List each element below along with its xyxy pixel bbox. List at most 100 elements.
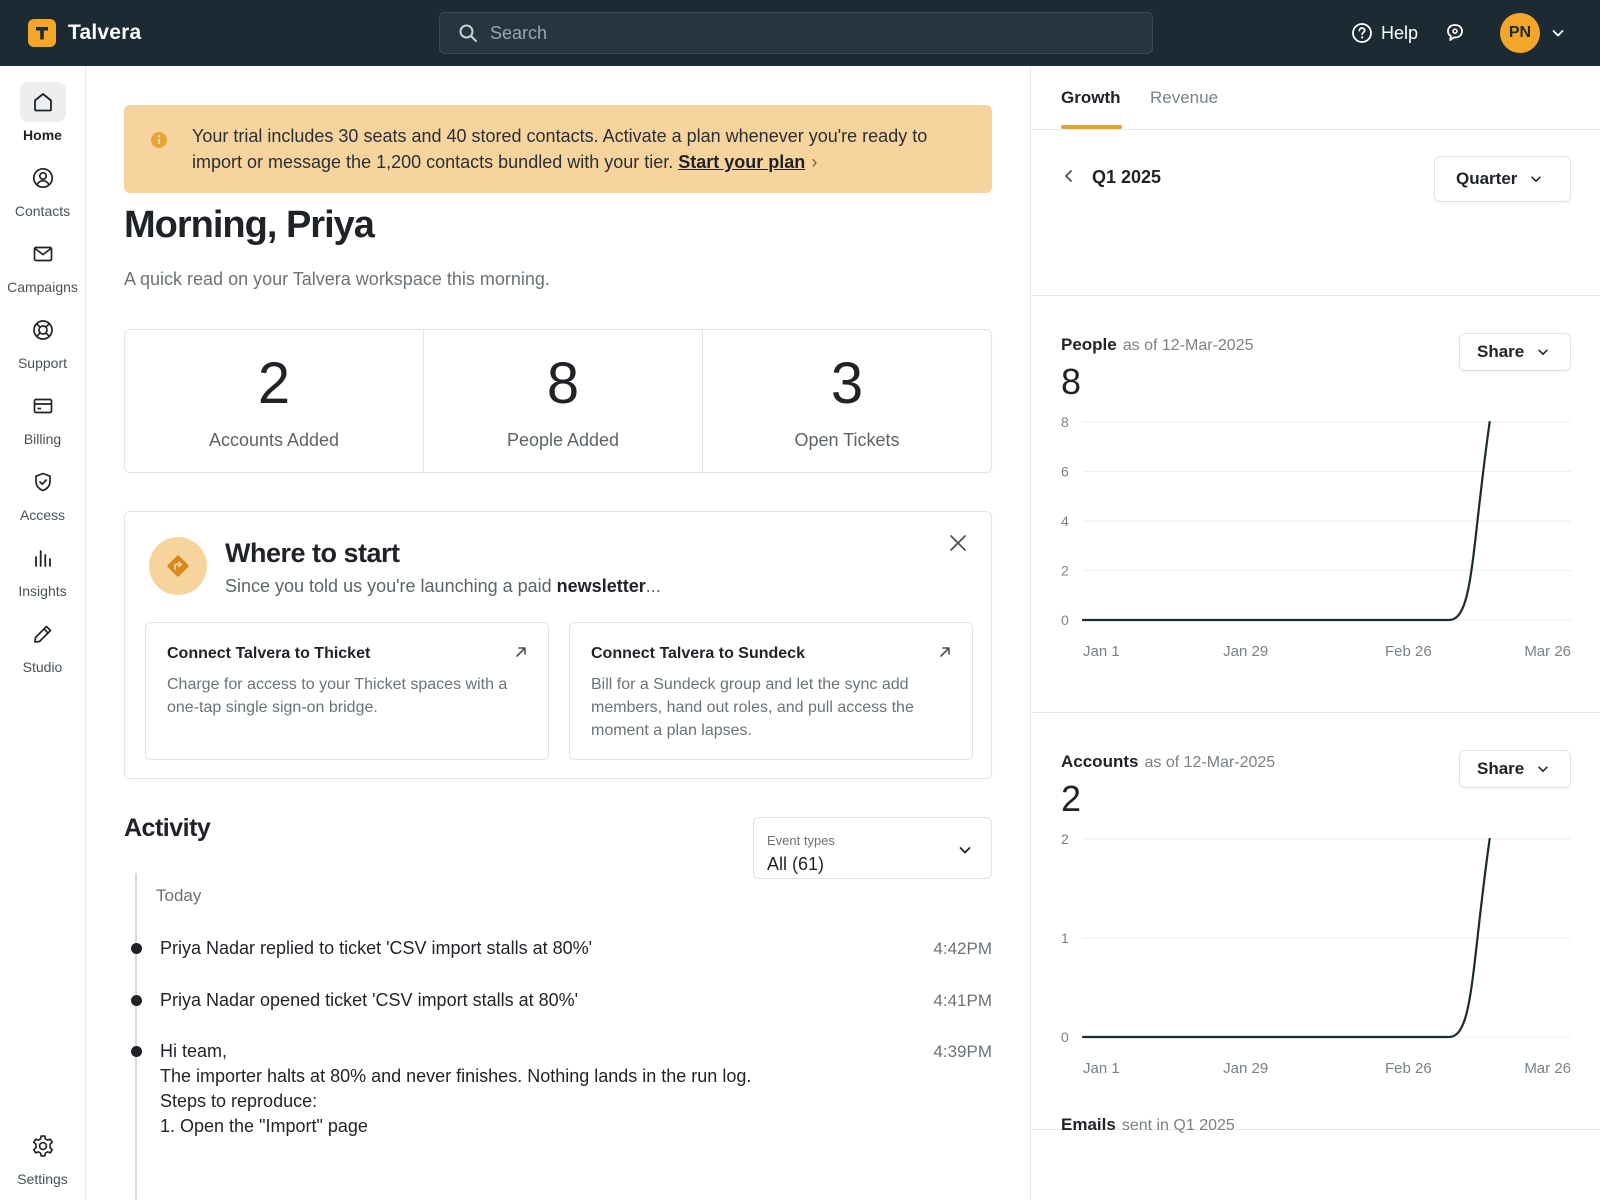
- metric-value: 2: [1061, 778, 1082, 819]
- event-types-select[interactable]: Event types All (61): [753, 817, 992, 879]
- x-tick-label: Feb 26: [1385, 643, 1432, 660]
- page-title: Morning, Priya: [124, 204, 375, 246]
- chevron-down-icon: [1538, 349, 1548, 355]
- share-button[interactable]: Share: [1459, 333, 1571, 371]
- y-tick-label: 0: [1061, 1029, 1069, 1045]
- sidebar-item-contacts[interactable]: Contacts: [0, 158, 85, 219]
- right-panel: Growth Revenue Q1 2025 Quarter People as …: [1030, 66, 1600, 1200]
- brand-name: Talvera: [68, 21, 142, 44]
- x-tick-label: Mar 26: [1524, 643, 1571, 660]
- activity-item-text[interactable]: Priya Nadar opened ticket 'CSV import st…: [160, 988, 578, 1013]
- stat-value: 3: [830, 351, 864, 416]
- sidebar-item-label: Home: [23, 127, 62, 143]
- previous-period-button[interactable]: [1061, 168, 1077, 189]
- connect-card-title: Connect Talvera to Thicket: [167, 645, 371, 662]
- user-avatar[interactable]: PN: [1500, 13, 1540, 53]
- lifebuoy-icon: [20, 310, 66, 350]
- help-circle-icon: [1352, 23, 1372, 43]
- start-plan-link[interactable]: Start your plan: [678, 152, 805, 172]
- directions-icon: [149, 537, 207, 595]
- search-input[interactable]: [490, 22, 1110, 44]
- search-bar[interactable]: [439, 12, 1153, 54]
- y-tick-label: 8: [1061, 414, 1069, 430]
- sidebar-item-support[interactable]: Support: [0, 310, 85, 371]
- sidebar-item-label: Settings: [17, 1171, 68, 1187]
- emails-metric-title: Emails sent in Q1 2025: [1061, 1115, 1235, 1135]
- stats-card: 2 Accounts Added 8 People Added 3 Open T…: [124, 329, 992, 473]
- chevron-left-icon: [1065, 170, 1072, 182]
- accounts-line-chart: 0 1 2 Jan 1 Jan 29 Feb 26 Mar 26: [1061, 831, 1571, 1077]
- sidebar-item-billing[interactable]: Billing: [0, 386, 85, 447]
- message-line: 1. Open the "Import" page: [160, 1116, 368, 1136]
- sidebar-item-studio[interactable]: Studio: [0, 614, 85, 675]
- x-tick-label: Jan 29: [1223, 643, 1268, 660]
- timeline-dot: [131, 943, 142, 954]
- stat-label: People Added: [506, 430, 620, 450]
- metric-title: Accounts as of 12-Mar-2025: [1061, 752, 1275, 772]
- period-selector-row: [1031, 130, 1600, 296]
- shield-check-icon: [20, 462, 66, 502]
- chat-button[interactable]: [1444, 22, 1466, 44]
- sidebar-item-home[interactable]: Home: [0, 82, 85, 143]
- close-button[interactable]: [949, 534, 967, 557]
- accounts-metric-card: Accounts as of 12-Mar-2025 2 Share 0 1 2 Jan…: [1031, 714, 1600, 1130]
- connect-card-description: Charge for access to your Thicket spaces…: [167, 676, 508, 716]
- activity-title: Activity: [124, 814, 211, 842]
- user-menu-chevron-down-icon[interactable]: [1550, 25, 1566, 41]
- y-tick-label: 2: [1061, 563, 1069, 579]
- y-tick-label: 6: [1061, 464, 1069, 480]
- x-tick-label: Jan 1: [1083, 643, 1120, 660]
- search-icon: [459, 24, 477, 42]
- trial-banner: Your trial includes 30 seats and 40 stor…: [124, 105, 992, 193]
- sidebar-item-label: Support: [17, 355, 68, 371]
- activity-item-message[interactable]: Hi team, The importer halts at 80% and n…: [160, 1039, 751, 1139]
- help-label: Help: [1380, 22, 1418, 43]
- connect-card-title: Connect Talvera to Sundeck: [591, 645, 805, 662]
- connect-thicket-card[interactable]: Connect Talvera to Thicket Charge for ac…: [145, 622, 549, 760]
- metric-name: People: [1061, 335, 1117, 354]
- chevron-down-icon: [1531, 176, 1542, 182]
- people-metric-card: People as of 12-Mar-2025 8 Share 0 2 4 6 8 Jan…: [1031, 297, 1600, 713]
- period-label: Q1 2025: [1092, 167, 1162, 187]
- x-tick-label: Jan 1: [1083, 1060, 1120, 1077]
- event-types-label: Event types: [767, 833, 835, 848]
- tab-growth[interactable]: Growth: [1061, 88, 1121, 108]
- metric-name: Accounts: [1061, 752, 1139, 771]
- x-tick-label: Mar 26: [1524, 1060, 1571, 1077]
- brand-logo-icon: [28, 19, 56, 47]
- home-icon: [19, 82, 66, 122]
- metric-subtitle: sent in Q1 2025: [1121, 1117, 1235, 1134]
- sidebar-item-campaigns[interactable]: Campaigns: [0, 234, 85, 295]
- sidebar-item-settings[interactable]: Settings: [0, 1126, 85, 1187]
- sidebar-item-label: Studio: [22, 659, 63, 675]
- activity-item-text[interactable]: Priya Nadar replied to ticket 'CSV impor…: [160, 936, 592, 961]
- tab-bar: Growth Revenue: [1031, 66, 1600, 130]
- brand[interactable]: Talvera: [28, 19, 141, 47]
- tab-revenue[interactable]: Revenue: [1150, 88, 1218, 108]
- pencil-icon: [20, 614, 66, 654]
- y-tick-label: 4: [1061, 513, 1069, 529]
- y-tick-label: 0: [1061, 612, 1069, 628]
- sidebar-item-label: Billing: [23, 431, 62, 447]
- sidebar-item-insights[interactable]: Insights: [0, 538, 85, 599]
- connect-sundeck-card[interactable]: Connect Talvera to Sundeck Bill for a Su…: [569, 622, 973, 760]
- sidebar-item-access[interactable]: Access: [0, 462, 85, 523]
- stat-value: 2: [257, 351, 291, 416]
- subtitle-highlight: newsletter: [556, 576, 646, 596]
- people-line-chart: 0 2 4 6 8 Jan 1 Jan 29 Feb 26 Mar 26: [1061, 414, 1571, 660]
- timeline-dot: [131, 1046, 142, 1057]
- metric-as-of: as of 12-Mar-2025: [1122, 337, 1254, 354]
- info-icon: [151, 132, 167, 148]
- help-button[interactable]: Help: [1351, 22, 1418, 44]
- share-button[interactable]: Share: [1459, 750, 1571, 788]
- subtitle-ellipsis: ...: [645, 576, 661, 596]
- stat-label: Accounts Added: [208, 430, 340, 450]
- sidebar: Home Contacts Campaigns Support Billing …: [0, 66, 86, 1200]
- period-granularity-select[interactable]: Quarter: [1434, 156, 1571, 202]
- share-label: Share: [1477, 759, 1525, 778]
- arrow-up-right-icon: [940, 647, 950, 657]
- event-types-value: All (61): [767, 854, 825, 874]
- user-circle-icon: [20, 158, 66, 198]
- page-subtitle: A quick read on your Talvera workspace t…: [124, 269, 550, 289]
- top-bar: Talvera Help PN: [0, 0, 1600, 66]
